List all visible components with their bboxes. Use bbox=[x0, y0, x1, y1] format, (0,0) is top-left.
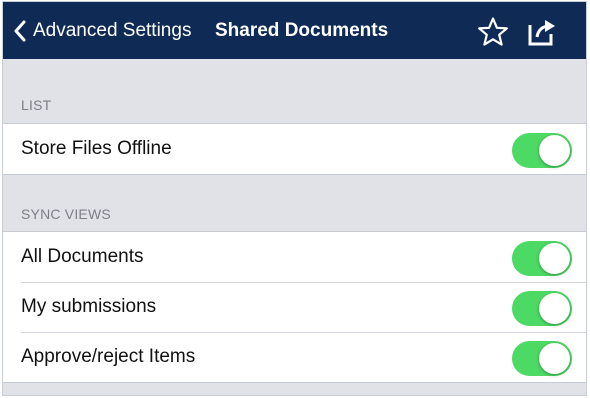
all-documents-toggle[interactable] bbox=[512, 241, 572, 276]
share-icon bbox=[525, 16, 557, 48]
row-label: All Documents bbox=[21, 246, 144, 267]
share-button[interactable] bbox=[525, 16, 557, 48]
chevron-left-icon bbox=[13, 20, 27, 42]
section-header-sync-views: SYNC VIEWS bbox=[21, 206, 111, 222]
back-label: Advanced Settings bbox=[33, 19, 192, 41]
all-documents-row: All Documents bbox=[3, 232, 586, 282]
star-icon bbox=[477, 16, 509, 48]
favorite-button[interactable] bbox=[477, 16, 509, 48]
my-submissions-row: My submissions bbox=[3, 282, 586, 332]
section-header-list: LIST bbox=[21, 97, 52, 113]
sync-views-group: All Documents My submissions Approve/rej… bbox=[3, 231, 586, 383]
toggle-knob bbox=[539, 135, 570, 166]
toggle-knob bbox=[539, 343, 570, 374]
settings-screen: Advanced Settings Shared Documents LIST bbox=[2, 1, 587, 396]
store-files-offline-row: Store Files Offline bbox=[3, 124, 586, 174]
store-files-offline-toggle[interactable] bbox=[512, 133, 572, 168]
row-label: Store Files Offline bbox=[21, 138, 172, 159]
toggle-knob bbox=[539, 243, 570, 274]
row-label: Approve/reject Items bbox=[21, 346, 196, 367]
navigation-bar: Advanced Settings Shared Documents bbox=[3, 2, 586, 59]
toggle-knob bbox=[539, 293, 570, 324]
my-submissions-toggle[interactable] bbox=[512, 291, 572, 326]
list-settings-group: Store Files Offline bbox=[3, 123, 586, 175]
back-button[interactable]: Advanced Settings bbox=[13, 2, 191, 59]
page-title: Shared Documents bbox=[215, 20, 389, 41]
row-label: My submissions bbox=[21, 296, 157, 317]
approve-reject-items-row: Approve/reject Items bbox=[3, 332, 586, 382]
approve-reject-items-toggle[interactable] bbox=[512, 341, 572, 376]
